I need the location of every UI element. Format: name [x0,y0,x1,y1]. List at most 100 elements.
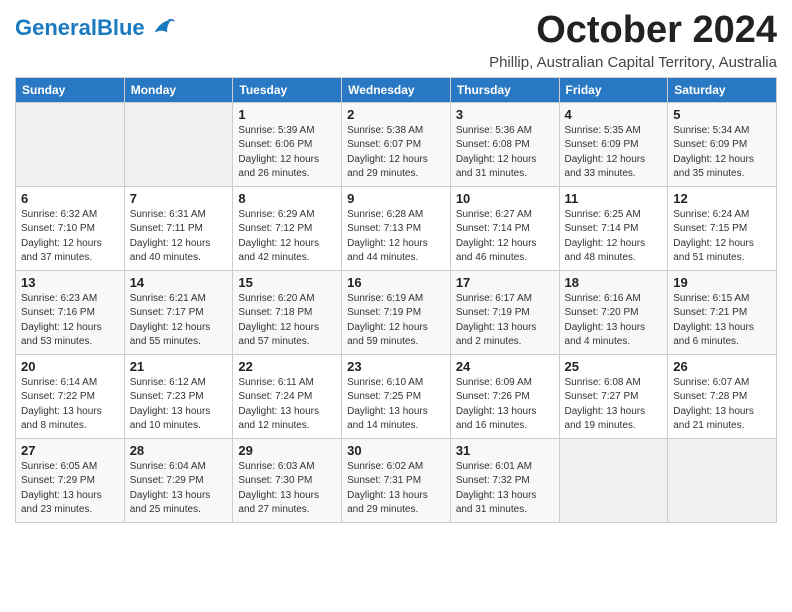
day-info: Sunrise: 6:15 AMSunset: 7:21 PMDaylight:… [673,292,771,350]
title-area: October 2024 Phillip, Australian Capital… [489,10,777,71]
calendar-cell: 26Sunrise: 6:07 AMSunset: 7:28 PMDayligh… [668,354,777,438]
day-number: 8 [238,191,336,206]
day-number: 1 [238,107,336,122]
day-number: 30 [347,443,445,458]
day-number: 26 [673,359,771,374]
day-number: 28 [130,443,228,458]
calendar-cell: 23 Sunrise: 6:10 AMSunset: 7:25 PMDayligh… [342,354,451,438]
day-info: Sunrise: 6:31 AMSunset: 7:11 PMDaylight:… [130,208,228,266]
day-number: 5 [673,107,771,122]
day-info: Sunrise: 6:11 AMSunset: 7:24 PMDaylight:… [238,376,336,434]
day-info: Sunrise: 6:01 AMSunset: 7:32 PMDaylight:… [456,460,554,518]
day-info: Sunrise: 6:03 AMSunset: 7:30 PMDaylight:… [238,460,336,518]
calendar-cell: 24Sunrise: 6:09 AMSunset: 7:26 PMDayligh… [450,354,559,438]
day-info: Sunrise: 6:02 AMSunset: 7:31 PMDaylight:… [347,460,445,518]
logo-bird-icon [147,14,175,42]
day-info: Sunrise: 6:24 AMSunset: 7:15 PMDaylight:… [673,208,771,266]
day-info: Sunrise: 6:27 AMSunset: 7:14 PMDaylight:… [456,208,554,266]
calendar-cell: 4 Sunrise: 5:35 AMSunset: 6:09 PMDaylight… [559,102,668,186]
page-header: GeneralBlue October 2024 Phillip, Austra… [15,10,777,71]
calendar-cell: 12 Sunrise: 6:24 AMSunset: 7:15 PMDayligh… [668,186,777,270]
day-info: Sunrise: 5:39 AMSunset: 6:06 PMDaylight:… [238,124,336,182]
day-info: Sunrise: 5:36 AMSunset: 6:08 PMDaylight:… [456,124,554,182]
day-info: Sunrise: 6:32 AMSunset: 7:10 PMDaylight:… [21,208,119,266]
calendar-cell: 7Sunrise: 6:31 AMSunset: 7:11 PMDaylight… [124,186,233,270]
day-number: 12 [673,191,771,206]
month-title: October 2024 [489,10,777,52]
day-info: Sunrise: 6:21 AMSunset: 7:17 PMDaylight:… [130,292,228,350]
calendar-cell: 15 Sunrise: 6:20 AMSunset: 7:18 PMDayligh… [233,270,342,354]
calendar-cell: 13Sunrise: 6:23 AMSunset: 7:16 PMDayligh… [16,270,125,354]
day-info: Sunrise: 6:16 AMSunset: 7:20 PMDaylight:… [565,292,663,350]
day-info: Sunrise: 6:20 AMSunset: 7:18 PMDaylight:… [238,292,336,350]
calendar-cell: 5Sunrise: 5:34 AMSunset: 6:09 PMDaylight… [668,102,777,186]
calendar-cell: 30 Sunrise: 6:02 AMSunset: 7:31 PMDayligh… [342,438,451,522]
calendar-week-row: 27 Sunrise: 6:05 AMSunset: 7:29 PMDayligh… [16,438,777,522]
weekday-header: Sunday [16,77,125,102]
day-number: 9 [347,191,445,206]
day-number: 14 [130,275,228,290]
day-info: Sunrise: 6:29 AMSunset: 7:12 PMDaylight:… [238,208,336,266]
calendar-table: SundayMondayTuesdayWednesdayThursdayFrid… [15,77,777,523]
calendar-cell: 17Sunrise: 6:17 AMSunset: 7:19 PMDayligh… [450,270,559,354]
calendar-cell: 20 Sunrise: 6:14 AMSunset: 7:22 PMDayligh… [16,354,125,438]
calendar-cell: 2 Sunrise: 5:38 AMSunset: 6:07 PMDaylight… [342,102,451,186]
day-info: Sunrise: 5:35 AMSunset: 6:09 PMDaylight:… [565,124,663,182]
calendar-cell: 18 Sunrise: 6:16 AMSunset: 7:20 PMDayligh… [559,270,668,354]
calendar-cell: 29 Sunrise: 6:03 AMSunset: 7:30 PMDayligh… [233,438,342,522]
day-number: 29 [238,443,336,458]
day-info: Sunrise: 6:14 AMSunset: 7:22 PMDaylight:… [21,376,119,434]
day-number: 6 [21,191,119,206]
day-number: 25 [565,359,663,374]
day-info: Sunrise: 6:08 AMSunset: 7:27 PMDaylight:… [565,376,663,434]
calendar-cell [559,438,668,522]
calendar-cell: 8 Sunrise: 6:29 AMSunset: 7:12 PMDaylight… [233,186,342,270]
day-number: 24 [456,359,554,374]
day-number: 3 [456,107,554,122]
logo: GeneralBlue [15,14,175,42]
day-number: 10 [456,191,554,206]
day-info: Sunrise: 6:05 AMSunset: 7:29 PMDaylight:… [21,460,119,518]
day-number: 17 [456,275,554,290]
day-number: 4 [565,107,663,122]
day-number: 22 [238,359,336,374]
day-info: Sunrise: 6:10 AMSunset: 7:25 PMDaylight:… [347,376,445,434]
day-info: Sunrise: 6:04 AMSunset: 7:29 PMDaylight:… [130,460,228,518]
subtitle: Phillip, Australian Capital Territory, A… [489,54,777,71]
day-info: Sunrise: 6:12 AMSunset: 7:23 PMDaylight:… [130,376,228,434]
logo-text: GeneralBlue [15,17,145,39]
day-number: 18 [565,275,663,290]
calendar-cell: 19 Sunrise: 6:15 AMSunset: 7:21 PMDayligh… [668,270,777,354]
day-info: Sunrise: 6:28 AMSunset: 7:13 PMDaylight:… [347,208,445,266]
day-number: 27 [21,443,119,458]
weekday-header: Monday [124,77,233,102]
calendar-cell: 10 Sunrise: 6:27 AMSunset: 7:14 PMDayligh… [450,186,559,270]
day-number: 2 [347,107,445,122]
weekday-header: Friday [559,77,668,102]
calendar-week-row: 1 Sunrise: 5:39 AMSunset: 6:06 PMDaylight… [16,102,777,186]
day-number: 20 [21,359,119,374]
day-number: 15 [238,275,336,290]
calendar-week-row: 6 Sunrise: 6:32 AMSunset: 7:10 PMDaylight… [16,186,777,270]
calendar-cell: 3 Sunrise: 5:36 AMSunset: 6:08 PMDaylight… [450,102,559,186]
calendar-cell [16,102,125,186]
calendar-cell: 25 Sunrise: 6:08 AMSunset: 7:27 PMDayligh… [559,354,668,438]
calendar-week-row: 20 Sunrise: 6:14 AMSunset: 7:22 PMDayligh… [16,354,777,438]
calendar-cell: 22 Sunrise: 6:11 AMSunset: 7:24 PMDayligh… [233,354,342,438]
calendar-cell [124,102,233,186]
weekday-header: Saturday [668,77,777,102]
day-number: 23 [347,359,445,374]
calendar-week-row: 13Sunrise: 6:23 AMSunset: 7:16 PMDayligh… [16,270,777,354]
weekday-header: Thursday [450,77,559,102]
calendar-cell: 31 Sunrise: 6:01 AMSunset: 7:32 PMDayligh… [450,438,559,522]
day-info: Sunrise: 6:25 AMSunset: 7:14 PMDaylight:… [565,208,663,266]
day-number: 13 [21,275,119,290]
calendar-cell: 27 Sunrise: 6:05 AMSunset: 7:29 PMDayligh… [16,438,125,522]
day-number: 19 [673,275,771,290]
weekday-header: Tuesday [233,77,342,102]
calendar-cell: 28 Sunrise: 6:04 AMSunset: 7:29 PMDayligh… [124,438,233,522]
calendar-cell: 16Sunrise: 6:19 AMSunset: 7:19 PMDayligh… [342,270,451,354]
day-info: Sunrise: 5:38 AMSunset: 6:07 PMDaylight:… [347,124,445,182]
calendar-cell: 11Sunrise: 6:25 AMSunset: 7:14 PMDayligh… [559,186,668,270]
day-number: 31 [456,443,554,458]
